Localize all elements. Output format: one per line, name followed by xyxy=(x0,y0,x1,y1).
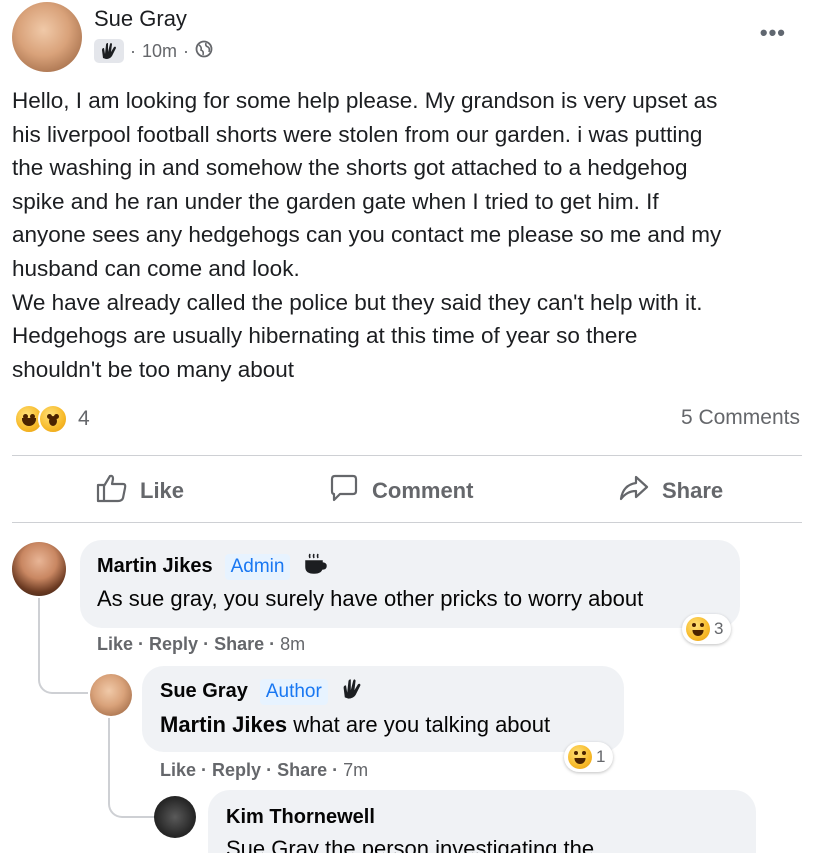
author-avatar[interactable] xyxy=(12,2,82,72)
thumbs-up-icon xyxy=(96,473,128,509)
post-line: spike and he ran under the garden gate w… xyxy=(12,188,659,214)
comment-bubble: Sue Gray Author Martin Jikes what are yo… xyxy=(142,666,624,752)
comment-like-link[interactable]: Like xyxy=(160,760,196,780)
comment-reply-link[interactable]: Reply xyxy=(212,760,261,780)
comment-text: Martin Jikes what are you talking about xyxy=(160,712,551,737)
author-badge: Author xyxy=(259,678,328,705)
globe-icon xyxy=(195,40,213,63)
divider xyxy=(12,455,802,456)
post-body: Hello, I am looking for some help please… xyxy=(12,84,812,386)
comment-time[interactable]: 7m xyxy=(343,760,368,780)
mention-link[interactable]: Martin Jikes xyxy=(160,712,287,737)
comment-label: Comment xyxy=(372,478,474,503)
post-line: husband can come and look. xyxy=(12,255,300,281)
commenter-name[interactable]: Kim Thornewell xyxy=(226,806,375,829)
post-line: his liverpool football shorts were stole… xyxy=(12,121,703,147)
comment-text: Sue Gray the person investigating the xyxy=(226,836,595,853)
wave-badge-icon xyxy=(94,39,124,63)
post-line: the washing in and somehow the shorts go… xyxy=(12,155,688,181)
comment-text: As sue gray, you surely have other prick… xyxy=(97,586,644,611)
haha-reaction-icon xyxy=(568,745,592,769)
share-label: Share xyxy=(662,478,724,503)
author-name[interactable]: Sue Gray xyxy=(94,6,187,32)
comment-time[interactable]: 8m xyxy=(280,634,305,654)
comment-reply-link[interactable]: Reply xyxy=(149,634,198,654)
comment-reaction-count: 1 xyxy=(596,747,606,766)
comment-button[interactable]: Comment xyxy=(328,473,473,509)
comment-bubble: Kim Thornewell Sue Gray the person inves… xyxy=(208,790,756,853)
wow-reaction-icon xyxy=(38,404,68,434)
reaction-count: 4 xyxy=(78,407,90,430)
post-line: anyone sees any hedgehogs can you contac… xyxy=(12,222,722,248)
post-line: Hedgehogs are usually hibernating at thi… xyxy=(12,323,638,349)
comment-actions: Like · Reply · Share · 7m xyxy=(160,760,369,780)
comment-share-link[interactable]: Share xyxy=(277,760,327,780)
post-line: shouldn't be too many about xyxy=(12,356,294,382)
commenter-name[interactable]: Sue Gray xyxy=(160,680,248,703)
like-button[interactable]: Like xyxy=(96,473,184,509)
divider xyxy=(12,522,802,523)
haha-reaction-icon xyxy=(686,617,710,641)
share-button[interactable]: Share xyxy=(618,473,723,509)
commenter-avatar[interactable] xyxy=(154,796,196,838)
comment-reaction-count: 3 xyxy=(714,619,724,638)
post-line: We have already called the police but th… xyxy=(12,289,703,315)
comments-count[interactable]: 5 Comments xyxy=(681,406,800,430)
commenter-name[interactable]: Martin Jikes xyxy=(97,555,213,578)
reaction-summary[interactable]: 4 xyxy=(14,404,90,434)
post-meta: · 10m · xyxy=(94,38,213,64)
share-arrow-icon xyxy=(618,473,650,509)
comment-icon xyxy=(328,473,360,509)
comment-like-link[interactable]: Like xyxy=(97,634,133,654)
comment-reactions[interactable]: 3 xyxy=(682,614,732,644)
commenter-avatar[interactable] xyxy=(12,542,66,596)
comment-share-link[interactable]: Share xyxy=(214,634,264,654)
commenter-avatar[interactable] xyxy=(90,674,132,716)
admin-badge: Admin xyxy=(224,553,291,580)
wave-badge-icon xyxy=(340,678,364,705)
comment-actions: Like · Reply · Share · 8m xyxy=(97,634,306,654)
coffee-badge-icon xyxy=(302,552,328,581)
post-time[interactable]: 10m xyxy=(142,41,177,62)
like-label: Like xyxy=(140,478,185,503)
more-icon[interactable]: ••• xyxy=(760,20,786,46)
comment-reactions[interactable]: 1 xyxy=(564,742,614,772)
post-line: Hello, I am looking for some help please… xyxy=(12,88,718,113)
comment-bubble: Martin Jikes Admin As sue gray, you sure… xyxy=(80,540,740,628)
